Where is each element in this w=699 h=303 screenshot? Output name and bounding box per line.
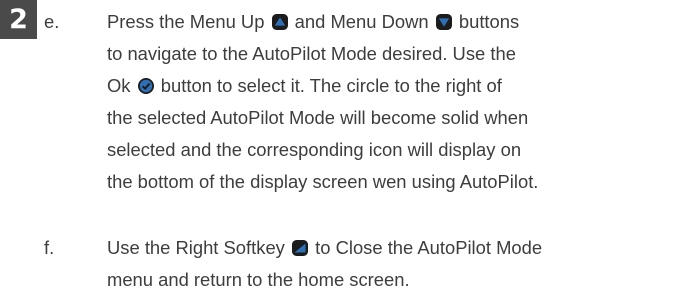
- item-marker: e.: [44, 11, 60, 32]
- right-softkey-icon: [291, 239, 309, 257]
- menu-up-icon: [271, 13, 289, 31]
- text-line: Ok button to select it. The circle to th…: [107, 75, 502, 96]
- menu-down-icon: [435, 13, 453, 31]
- text-line: the bottom of the display screen wen usi…: [107, 171, 539, 192]
- instruction-item-e: e. Press the Menu Up and Menu Down butto…: [44, 6, 699, 198]
- step-number-badge: 2: [0, 0, 37, 39]
- text-line: Press the Menu Up and Menu Down buttons: [107, 11, 520, 32]
- text-line: menu and return to the home screen.: [107, 269, 410, 290]
- ok-icon: [137, 77, 155, 95]
- text-line: the selected AutoPilot Mode will become …: [107, 107, 529, 128]
- instruction-item-f: f. Use the Right Softkey to Close the Au…: [44, 232, 699, 296]
- text-line: Use the Right Softkey to Close the AutoP…: [107, 237, 543, 258]
- text-line: to navigate to the AutoPilot Mode desire…: [107, 43, 516, 64]
- text-line: selected and the corresponding icon will…: [107, 139, 522, 160]
- item-marker: f.: [44, 237, 55, 258]
